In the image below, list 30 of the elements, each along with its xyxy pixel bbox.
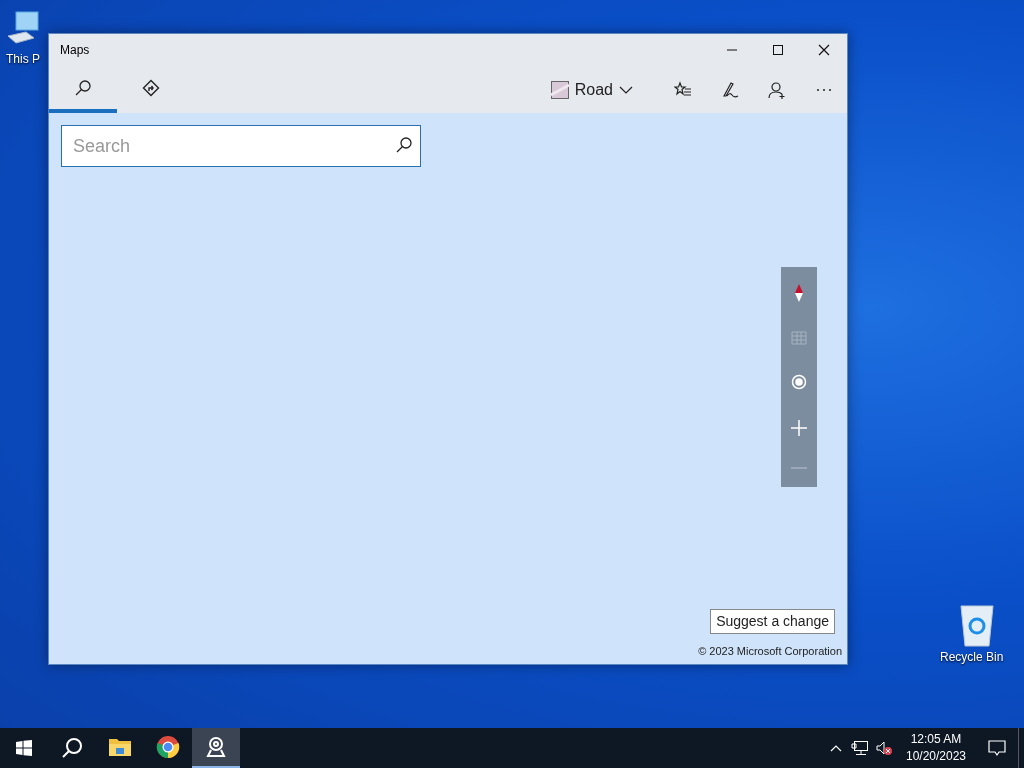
directions-icon [142, 78, 160, 97]
search-icon [61, 737, 83, 759]
icon-label: This P [6, 51, 40, 68]
copyright-text: © 2023 Microsoft Corporation [698, 643, 842, 659]
icon-label: Recycle Bin [940, 649, 1004, 666]
clock[interactable]: 12:05 AM 10/20/2023 [896, 728, 976, 768]
zoom-in-icon[interactable] [790, 419, 808, 438]
maximize-icon [772, 44, 784, 56]
chevron-down-icon [619, 85, 633, 94]
close-icon [818, 44, 830, 56]
map-area[interactable]: Search Suggest a change © 2023 Microsoft Corporation [49, 113, 847, 664]
taskbar-app-icon [204, 735, 228, 759]
suggest-change-button[interactable]: Suggest a change [710, 609, 835, 634]
map-style-button[interactable]: Road [544, 66, 639, 113]
favorites-icon [673, 80, 692, 99]
search-icon [395, 136, 413, 154]
window-title: Maps [60, 42, 91, 59]
taskbar-app-button[interactable] [192, 728, 240, 768]
search-field[interactable]: Search [61, 125, 421, 167]
compass-icon[interactable] [794, 283, 804, 302]
taskbar-app-icon [156, 735, 180, 759]
recycle-bin-icon[interactable] [957, 602, 997, 648]
more-icon [816, 88, 831, 91]
map-thumbnail-icon [550, 80, 569, 99]
taskbar-app-icon [108, 737, 132, 757]
location-icon[interactable] [791, 373, 807, 390]
account-icon [767, 80, 786, 99]
ink-icon [720, 80, 739, 99]
search-icon [74, 78, 92, 97]
start-icon [16, 740, 32, 756]
